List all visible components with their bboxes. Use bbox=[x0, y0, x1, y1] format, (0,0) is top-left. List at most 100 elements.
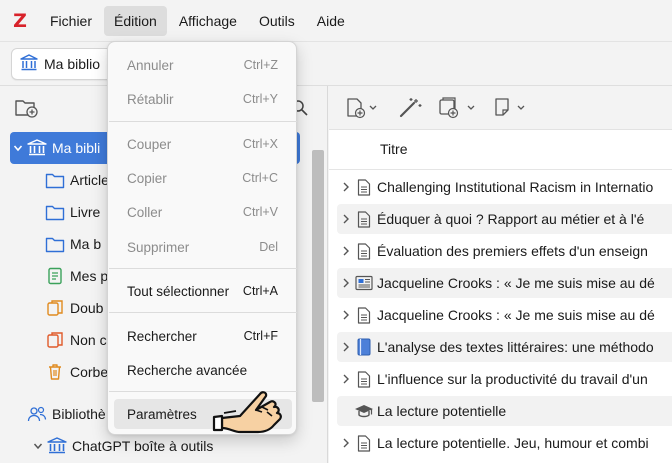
group-libraries-icon bbox=[26, 404, 48, 424]
item-title: La lecture potentielle. Jeu, humour et c… bbox=[377, 435, 649, 451]
collection-item[interactable]: Corbe bbox=[44, 356, 108, 388]
document-icon bbox=[354, 305, 374, 325]
chevron-right-icon[interactable] bbox=[340, 246, 352, 256]
item-row[interactable]: La lecture potentielle. Jeu, humour et c… bbox=[337, 428, 672, 458]
item-row[interactable]: Jacqueline Crooks : « Je me suis mise au… bbox=[337, 268, 672, 298]
menu-item-tout-selectionner[interactable]: Tout sélectionner Ctrl+A bbox=[114, 276, 292, 306]
collection-label: Bibliothè bbox=[52, 406, 106, 422]
edit-menu-dropdown: Annuler Ctrl+Z Rétablir Ctrl+Y Couper Ct… bbox=[107, 41, 297, 435]
tab-library-label: Ma biblio bbox=[44, 56, 101, 72]
library-icon bbox=[26, 138, 48, 158]
menu-item-supprimer[interactable]: Supprimer Del bbox=[114, 232, 292, 262]
collection-label: Non c bbox=[70, 332, 107, 348]
menu-item-label: Rétablir bbox=[127, 91, 174, 107]
collection-label: Ma bibli bbox=[52, 140, 101, 156]
items-column-header[interactable]: Titre bbox=[329, 130, 672, 170]
collection-label: Corbe bbox=[70, 364, 109, 380]
new-note-button[interactable] bbox=[493, 96, 529, 120]
chevron-right-icon[interactable] bbox=[340, 278, 352, 288]
item-title: Évaluation des premiers effets d'un ense… bbox=[377, 243, 648, 259]
new-collection-button[interactable] bbox=[14, 96, 40, 120]
new-item-button[interactable] bbox=[345, 96, 379, 120]
item-title: Challenging Institutional Racism in Inte… bbox=[377, 179, 654, 195]
menu-bar: Z Fichier Édition Affichage Outils Aide bbox=[0, 0, 672, 42]
chevron-right-icon[interactable] bbox=[340, 438, 352, 448]
item-row[interactable]: Éduquer à quoi ? Rapport au métier et à … bbox=[337, 204, 672, 234]
item-row[interactable]: L'influence sur la productivité du trava… bbox=[337, 364, 672, 394]
item-row[interactable]: L'analyse des textes littéraires: une mé… bbox=[337, 332, 672, 362]
chevron-down-icon[interactable] bbox=[30, 441, 46, 451]
item-title: L'influence sur la productivité du trava… bbox=[377, 371, 648, 387]
collection-label: Article bbox=[70, 172, 109, 188]
magic-wand-icon[interactable] bbox=[397, 96, 423, 120]
column-title[interactable]: Titre bbox=[380, 141, 407, 157]
collection-item[interactable]: Livre bbox=[44, 196, 100, 228]
library-icon bbox=[20, 53, 38, 75]
add-attachment-button[interactable] bbox=[437, 96, 477, 120]
collection-label: Mes p bbox=[70, 268, 109, 284]
menu-item-label: Copier bbox=[127, 170, 167, 186]
menu-item-retablir[interactable]: Rétablir Ctrl+Y bbox=[114, 84, 292, 114]
menu-item-label: Coller bbox=[127, 204, 163, 220]
menu-item-label: Recherche avancée bbox=[127, 362, 248, 378]
chevron-right-icon[interactable] bbox=[340, 182, 352, 192]
menu-separator bbox=[109, 121, 297, 122]
menu-item-coller[interactable]: Coller Ctrl+V bbox=[114, 197, 292, 227]
collection-label: Livre bbox=[70, 204, 101, 220]
trash-icon bbox=[44, 362, 66, 382]
menu-item-shortcut: Ctrl+C bbox=[242, 171, 278, 185]
item-row[interactable]: Challenging Institutional Racism in Inte… bbox=[337, 172, 672, 202]
menu-item-shortcut: Ctrl+A bbox=[242, 284, 278, 298]
item-title: Jacqueline Crooks : « Je me suis mise au… bbox=[377, 307, 655, 323]
collection-item[interactable]: Ma b bbox=[44, 228, 101, 260]
items-toolbar bbox=[329, 86, 672, 130]
item-title: L'analyse des textes littéraires: une mé… bbox=[377, 339, 654, 355]
saved-search-icon bbox=[44, 266, 66, 286]
collection-item[interactable]: Article bbox=[44, 164, 109, 196]
collection-label: Ma b bbox=[70, 236, 102, 252]
menu-separator bbox=[109, 268, 297, 269]
menu-fichier[interactable]: Fichier bbox=[40, 6, 102, 36]
menu-item-annuler[interactable]: Annuler Ctrl+Z bbox=[114, 50, 292, 80]
collection-label: Doub bbox=[70, 300, 104, 316]
menu-affichage[interactable]: Affichage bbox=[169, 6, 247, 36]
item-title: La lecture potentielle bbox=[377, 403, 507, 419]
collection-label: ChatGPT boîte à outils bbox=[72, 438, 214, 454]
collection-item[interactable]: Non c bbox=[44, 324, 107, 356]
folder-icon bbox=[44, 170, 66, 190]
menu-item-shortcut: Ctrl+F bbox=[243, 329, 278, 343]
folder-icon bbox=[44, 234, 66, 254]
chevron-right-icon[interactable] bbox=[340, 374, 352, 384]
menu-outils[interactable]: Outils bbox=[249, 6, 305, 36]
item-row[interactable]: La lecture potentielle bbox=[337, 396, 672, 426]
thesis-icon bbox=[354, 401, 374, 421]
menu-item-rechercher[interactable]: Rechercher Ctrl+F bbox=[114, 321, 292, 351]
item-row[interactable]: Jacqueline Crooks : « Je me suis mise au… bbox=[337, 300, 672, 330]
library-icon bbox=[46, 436, 68, 456]
document-icon bbox=[354, 209, 374, 229]
document-icon bbox=[354, 241, 374, 261]
items-pane: Titre Challenging Institutional Racism i… bbox=[329, 86, 672, 463]
collection-item[interactable]: Doub bbox=[44, 292, 103, 324]
unfiled-icon bbox=[44, 330, 66, 350]
tab-strip: Ma biblio bbox=[0, 42, 672, 86]
collections-scrollbar-thumb[interactable] bbox=[312, 150, 324, 402]
chevron-right-icon[interactable] bbox=[340, 342, 352, 352]
menu-separator bbox=[109, 312, 297, 313]
menu-item-couper[interactable]: Couper Ctrl+X bbox=[114, 129, 292, 159]
item-row[interactable]: Évaluation des premiers effets d'un ense… bbox=[337, 236, 672, 266]
menu-aide[interactable]: Aide bbox=[307, 6, 355, 36]
document-icon bbox=[354, 177, 374, 197]
chevron-right-icon[interactable] bbox=[340, 214, 352, 224]
item-title: Jacqueline Crooks : « Je me suis mise au… bbox=[377, 275, 655, 291]
chevron-down-icon[interactable] bbox=[10, 143, 26, 153]
menu-item-label: Rechercher bbox=[127, 328, 197, 344]
collection-item[interactable]: Mes p bbox=[44, 260, 108, 292]
menu-edition[interactable]: Édition bbox=[104, 5, 167, 36]
chevron-right-icon[interactable] bbox=[340, 310, 352, 320]
group-libraries-header[interactable]: Bibliothè bbox=[26, 398, 106, 430]
document-icon bbox=[354, 433, 374, 453]
book-icon bbox=[354, 337, 374, 357]
menu-item-label: Tout sélectionner bbox=[127, 283, 230, 299]
menu-item-copier[interactable]: Copier Ctrl+C bbox=[114, 163, 292, 193]
